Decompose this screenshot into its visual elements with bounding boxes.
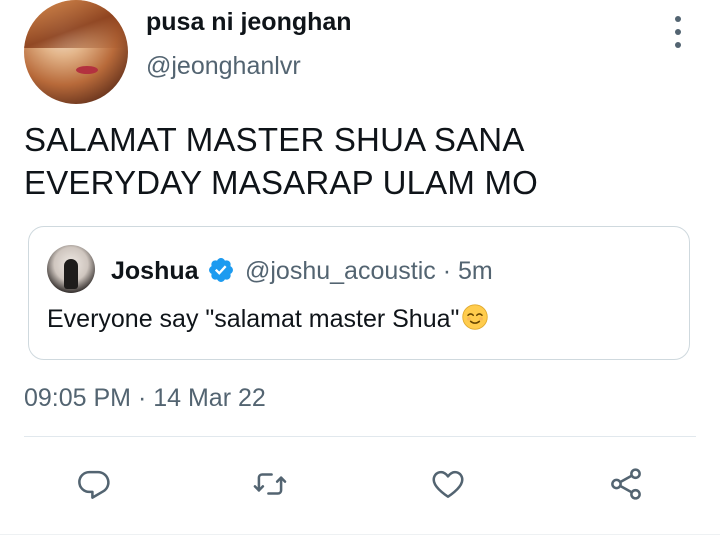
quoted-tweet-text-row: Everyone say "salamat master Shua" (47, 303, 489, 334)
heart-icon (432, 470, 464, 498)
retweet-button[interactable] (248, 462, 292, 506)
author-handle[interactable]: @jeonghanlvr (146, 52, 301, 81)
bottom-divider (0, 534, 720, 535)
verified-badge-icon (209, 258, 233, 282)
retweet-icon (253, 473, 287, 495)
quoted-author-avatar[interactable] (47, 245, 95, 293)
share-icon (611, 468, 641, 500)
more-dot (675, 29, 681, 35)
avatar-lip (76, 66, 98, 74)
quoted-handle-time[interactable]: @joshu_acoustic · 5m (245, 257, 493, 286)
quoted-author-name[interactable]: Joshua (111, 257, 199, 286)
reply-button[interactable] (72, 462, 116, 506)
more-vertical-icon[interactable] (666, 16, 690, 48)
like-button[interactable] (426, 462, 470, 506)
author-avatar[interactable] (24, 0, 128, 104)
avatar-hair (24, 0, 128, 48)
divider (24, 436, 696, 437)
more-dot (675, 16, 681, 22)
quoted-tweet-card[interactable]: Joshua @joshu_acoustic · 5m Everyone say… (28, 226, 690, 360)
author-display-name[interactable]: pusa ni jeonghan (146, 8, 352, 37)
tweet-text: SALAMAT MASTER SHUA SANA EVERYDAY MASARA… (24, 121, 539, 201)
relieved-face-emoji-icon (462, 304, 489, 330)
share-button[interactable] (604, 462, 648, 506)
avatar-figure (64, 259, 78, 289)
more-dot (675, 42, 681, 48)
quoted-tweet-text: Everyone say "salamat master Shua" (47, 305, 460, 333)
tweet-timestamp[interactable]: 09:05 PM · 14 Mar 22 (24, 384, 266, 413)
reply-icon (78, 470, 110, 499)
